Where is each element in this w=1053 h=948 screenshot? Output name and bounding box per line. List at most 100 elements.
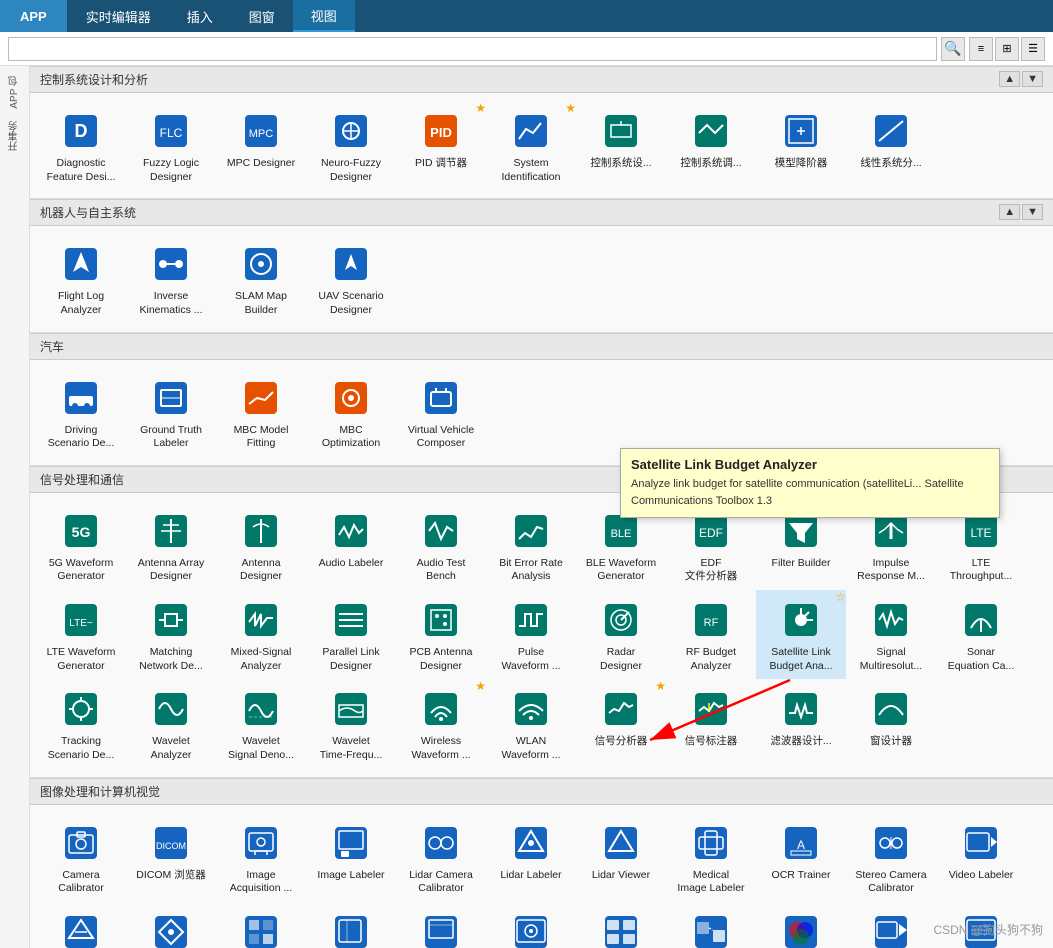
app-label-dicom: DICOM 浏览器	[136, 869, 205, 883]
search-button[interactable]: 🔍	[941, 37, 965, 61]
app-pid[interactable]: PID ★ PID 调节器	[396, 101, 486, 190]
app-dicom[interactable]: DICOM DICOM 浏览器	[126, 813, 216, 902]
section-header-auto: 汽车	[30, 333, 1053, 360]
app-signal2[interactable]: SignalMultiresolut...	[846, 590, 936, 679]
app-lidarcc[interactable]: Lidar CameraCalibrator	[396, 813, 486, 902]
app-diagnostic[interactable]: D DiagnosticFeature Desi...	[36, 101, 126, 190]
app-neuro[interactable]: Neuro-FuzzyDesigner	[306, 101, 396, 190]
app-biterror[interactable]: Bit Error RateAnalysis	[486, 501, 576, 590]
app-sigmark[interactable]: 信号标注器	[666, 679, 756, 768]
section-scroll-up-control[interactable]: ▲	[999, 71, 1020, 87]
left-panel-open[interactable]: 开事务	[5, 115, 24, 157]
app-imgreg[interactable]: 图像区域分...	[306, 902, 396, 948]
app-matching[interactable]: MatchingNetwork De...	[126, 590, 216, 679]
app-satlink[interactable]: ☆ Satellite LinkBudget Ana...	[756, 590, 846, 679]
app-audiolabel[interactable]: Audio Labeler	[306, 501, 396, 590]
options-button[interactable]: ☰	[1021, 37, 1045, 61]
app-flightlog[interactable]: Flight LogAnalyzer	[36, 234, 126, 323]
section-scroll-up-robot[interactable]: ▲	[999, 204, 1020, 220]
app-sonar[interactable]: SonarEquation Ca...	[936, 590, 1026, 679]
app-tab[interactable]: APP	[0, 0, 68, 32]
app-label-lidarlabel: Lidar Labeler	[500, 869, 561, 883]
app-mpc[interactable]: MPC MPC Designer	[216, 101, 306, 190]
section-header-control: 控制系统设计和分析 ▲ ▼	[30, 66, 1053, 93]
app-wlan[interactable]: WLANWaveform ...	[486, 679, 576, 768]
app-ltewav[interactable]: LTE~ LTE WaveformGenerator	[36, 590, 126, 679]
app-ocrtrain[interactable]: A OCR Trainer	[756, 813, 846, 902]
app-uav[interactable]: UAV ScenarioDesigner	[306, 234, 396, 323]
app-3dviewer[interactable]: 三维体查看器	[126, 902, 216, 948]
app-3dseg[interactable]: 三维体分割器	[36, 902, 126, 948]
app-virtual[interactable]: Virtual VehicleComposer	[396, 368, 486, 457]
app-videoview[interactable]: 视频查看器	[846, 902, 936, 948]
app-lidarview[interactable]: Lidar Viewer	[576, 813, 666, 902]
app-imgacq[interactable]: ImageAcquisition ...	[216, 813, 306, 902]
app-5g[interactable]: 5G 5G WaveformGenerator	[36, 501, 126, 590]
grid-view-button[interactable]: ⊞	[995, 37, 1019, 61]
app-grid-signal: 5G 5G WaveformGenerator Antenna ArrayDes…	[30, 493, 1053, 777]
app-wireless[interactable]: ★ WirelessWaveform ...	[396, 679, 486, 768]
app-imgview[interactable]: 图像查看器	[486, 902, 576, 948]
app-label-uav: UAV ScenarioDesigner	[318, 290, 383, 317]
left-panel-app[interactable]: APP 包	[5, 70, 24, 115]
app-stercam[interactable]: Stereo CameraCalibrator	[846, 813, 936, 902]
app-windes[interactable]: 窗设计器	[846, 679, 936, 768]
app-siganalyzer[interactable]: ★ 信号分析器	[576, 679, 666, 768]
app-wavelet[interactable]: WaveletAnalyzer	[126, 679, 216, 768]
app-pcb[interactable]: PCB AntennaDesigner	[396, 590, 486, 679]
app-wavelet3[interactable]: WaveletTime-Frequ...	[306, 679, 396, 768]
app-fuzzy[interactable]: FLC Fuzzy LogicDesigner	[126, 101, 216, 190]
app-imglabel[interactable]: Image Labeler	[306, 813, 396, 902]
app-ik[interactable]: InverseKinematics ...	[126, 234, 216, 323]
app-wavelet2[interactable]: WaveletSignal Deno...	[216, 679, 306, 768]
app-label-radar: RadarDesigner	[600, 646, 642, 673]
app-antenna2[interactable]: AntennaDesigner	[216, 501, 306, 590]
app-label-impulse: ImpulseResponse M...	[857, 557, 925, 584]
app-driving[interactable]: DrivingScenario De...	[36, 368, 126, 457]
app-filtdes[interactable]: 滤波器设计...	[756, 679, 846, 768]
app-camcalib[interactable]: CameraCalibrator	[36, 813, 126, 902]
app-medical[interactable]: MedicalImage Labeler	[666, 813, 756, 902]
section-scroll-down-control[interactable]: ▼	[1022, 71, 1043, 87]
app-antenna[interactable]: Antenna ArrayDesigner	[126, 501, 216, 590]
app-imgseg[interactable]: 图像分割器	[216, 902, 306, 948]
app-linear[interactable]: 线性系统分...	[846, 101, 936, 190]
app-mbc2[interactable]: MBCOptimization	[306, 368, 396, 457]
app-radar[interactable]: RadarDesigner	[576, 590, 666, 679]
menu-figure[interactable]: 图窗	[231, 0, 293, 32]
app-label-model: 模型降阶器	[775, 157, 828, 171]
section-scroll-down-robot[interactable]: ▼	[1022, 204, 1043, 220]
list-view-button[interactable]: ≡	[969, 37, 993, 61]
app-sysid[interactable]: ★ SystemIdentification	[486, 101, 576, 190]
app-imgproc[interactable]: 图像批处理器	[396, 902, 486, 948]
app-icon-imgview	[507, 908, 555, 948]
svg-text:A: A	[797, 838, 805, 852]
app-lidarlabel[interactable]: Lidar Labeler	[486, 813, 576, 902]
menu-realtime[interactable]: 实时编辑器	[68, 0, 169, 32]
search-input[interactable]	[8, 37, 937, 61]
app-model[interactable]: 模型降阶器	[756, 101, 846, 190]
menu-view[interactable]: 视图	[293, 0, 355, 32]
svg-text:LTE: LTE	[970, 526, 991, 540]
app-label-diagnostic: DiagnosticFeature Desi...	[47, 157, 116, 184]
app-videolabel[interactable]: Video Labeler	[936, 813, 1026, 902]
app-imgbrowse[interactable]: 图像浏览器	[576, 902, 666, 948]
app-pulse[interactable]: PulseWaveform ...	[486, 590, 576, 679]
app-ctrl1[interactable]: 控制系统设...	[576, 101, 666, 190]
app-tracking[interactable]: TrackingScenario De...	[36, 679, 126, 768]
app-slam[interactable]: SLAM MapBuilder	[216, 234, 306, 323]
app-label-satlink: Satellite LinkBudget Ana...	[769, 646, 832, 673]
app-rfbudget[interactable]: RF RF BudgetAnalyzer	[666, 590, 756, 679]
menu-insert[interactable]: 插入	[169, 0, 231, 32]
app-mixedsig[interactable]: Mixed-SignalAnalyzer	[216, 590, 306, 679]
svg-text:FLC: FLC	[160, 126, 183, 140]
app-parallel[interactable]: Parallel LinkDesigner	[306, 590, 396, 679]
app-icon-ctrl1	[597, 107, 645, 155]
app-colorseg[interactable]: 色彩分割器	[756, 902, 846, 948]
app-mbc[interactable]: MBC ModelFitting	[216, 368, 306, 457]
app-imgdist[interactable]: 图像配准器	[666, 902, 756, 948]
app-icon-3dviewer	[147, 908, 195, 948]
app-ground[interactable]: Ground TruthLabeler	[126, 368, 216, 457]
app-ctrl2[interactable]: 控制系统调...	[666, 101, 756, 190]
app-audiotest[interactable]: Audio TestBench	[396, 501, 486, 590]
